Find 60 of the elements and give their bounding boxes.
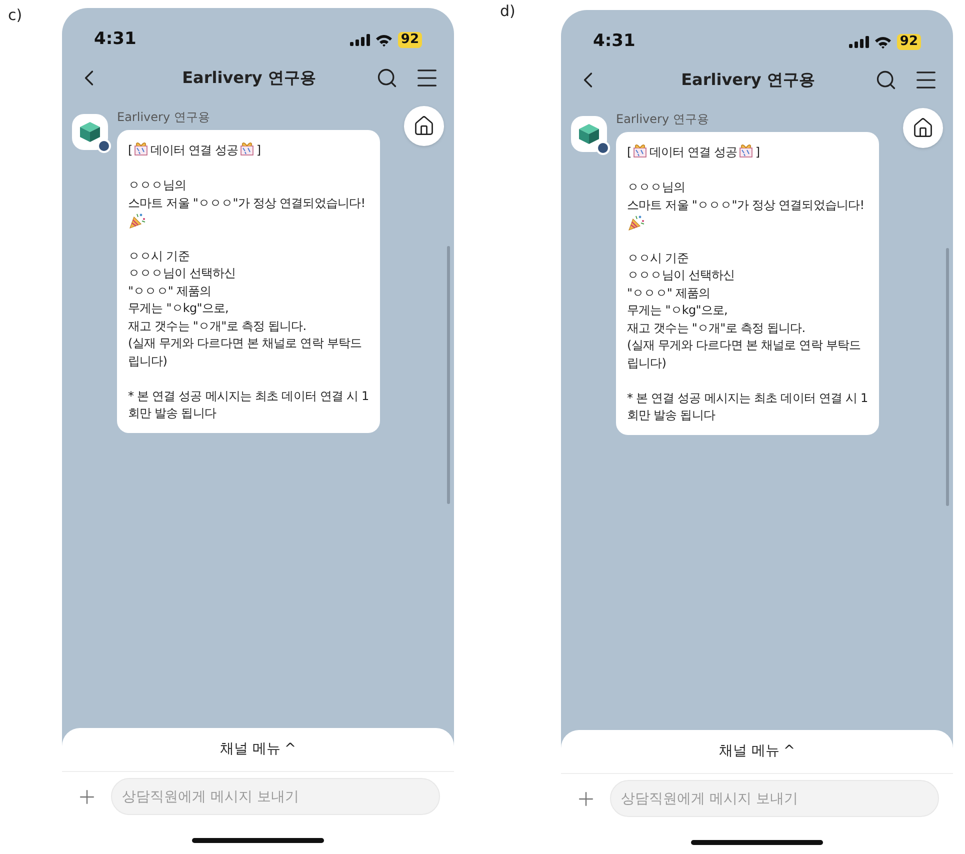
chat-title: Earlivery 연구용 xyxy=(680,69,816,91)
message-text: 재고 갯수는 "ㅇ개"로 측정 됩니다. xyxy=(627,320,806,334)
message-text: ㅇㅇㅇ님의 xyxy=(627,180,686,194)
status-time: 4:31 xyxy=(94,28,136,52)
message-text: 데이터 연결 성공 xyxy=(150,143,238,157)
message-text: ㅇㅇ시 기준 xyxy=(627,250,688,264)
home-icon[interactable] xyxy=(912,117,934,139)
channel-menu-button[interactable]: 채널 메뉴 ^ xyxy=(62,728,454,772)
message-text: ㅇㅇㅇ님의 xyxy=(128,178,186,192)
cube-logo-icon xyxy=(577,122,601,146)
message-text: ㅇㅇㅇ님이 선택하신 xyxy=(128,266,236,280)
message-text: 스마트 저울 "ㅇㅇㅇ"가 정상 연결되었습니다! xyxy=(128,196,366,210)
message-text: (실재 무게와 다르다면 본 채널로 연락 부탁드 xyxy=(128,336,362,350)
message-text: 무게는 "ㅇkg"으로, xyxy=(627,303,728,317)
chat-title: Earlivery 연구용 xyxy=(181,67,317,89)
message-text: 회만 발송 됩니다 xyxy=(128,406,216,420)
message-input[interactable]: 상담직원에게 메시지 보내기 xyxy=(610,780,939,817)
panel-label: c) xyxy=(7,5,24,26)
message-text: "ㅇㅇㅇ" 제품의 xyxy=(128,284,212,298)
gift-icon xyxy=(632,142,648,158)
party-popper-icon xyxy=(627,214,645,232)
gift-icon xyxy=(133,140,150,156)
home-button[interactable] xyxy=(404,106,444,146)
search-button[interactable] xyxy=(376,67,398,89)
message-text: 재고 갯수는 "ㅇ개"로 측정 됩니다. xyxy=(128,318,306,332)
message-text: [ xyxy=(128,143,132,157)
message-text: "ㅇㅇㅇ" 제품의 xyxy=(627,286,710,300)
message-text: [ xyxy=(627,145,632,159)
panel-label: d) xyxy=(500,1,516,22)
message-text: ㅇㅇㅇ님이 선택하신 xyxy=(627,268,735,282)
sender-name: Earlivery 연구용 xyxy=(117,109,211,126)
message-text: (실재 무게와 다르다면 본 채널로 연락 부탁드 xyxy=(627,338,861,352)
gift-icon xyxy=(239,140,256,156)
gift-icon xyxy=(738,142,754,158)
message-text: 립니다) xyxy=(627,356,666,370)
message-text: 스마트 저울 "ㅇㅇㅇ"가 정상 연결되었습니다! xyxy=(627,198,864,212)
cube-logo-icon xyxy=(78,120,102,144)
message-text: * 본 연결 성공 메시지는 최초 데이터 연결 시 1 xyxy=(627,390,868,404)
home-button[interactable] xyxy=(903,108,943,148)
wifi-icon xyxy=(374,34,393,46)
party-popper-icon xyxy=(128,212,146,230)
sender-name: Earlivery 연구용 xyxy=(616,111,710,128)
battery-level: 92 xyxy=(896,34,921,50)
search-button[interactable] xyxy=(875,69,897,91)
signal-icon xyxy=(350,34,370,46)
message-text: 회만 발송 됩니다 xyxy=(627,408,716,422)
channel-menu-button[interactable]: 채널 메뉴 ^ xyxy=(561,730,953,774)
wifi-icon xyxy=(874,36,892,48)
message-text: 데이터 연결 성공 xyxy=(649,145,738,159)
signal-icon xyxy=(848,36,869,48)
battery-level: 92 xyxy=(398,32,422,48)
message-input[interactable]: 상담직원에게 메시지 보내기 xyxy=(111,778,440,815)
message-text: 립니다) xyxy=(128,354,168,368)
message-text: ] xyxy=(755,145,760,159)
status-time: 4:31 xyxy=(593,30,636,54)
message-text: ] xyxy=(256,143,261,157)
message-text: 무게는 "ㅇkg"으로, xyxy=(128,301,228,315)
home-icon[interactable] xyxy=(413,115,435,137)
message-text: * 본 연결 성공 메시지는 최초 데이터 연결 시 1 xyxy=(128,388,369,402)
message-text: ㅇㅇ시 기준 xyxy=(128,248,190,262)
